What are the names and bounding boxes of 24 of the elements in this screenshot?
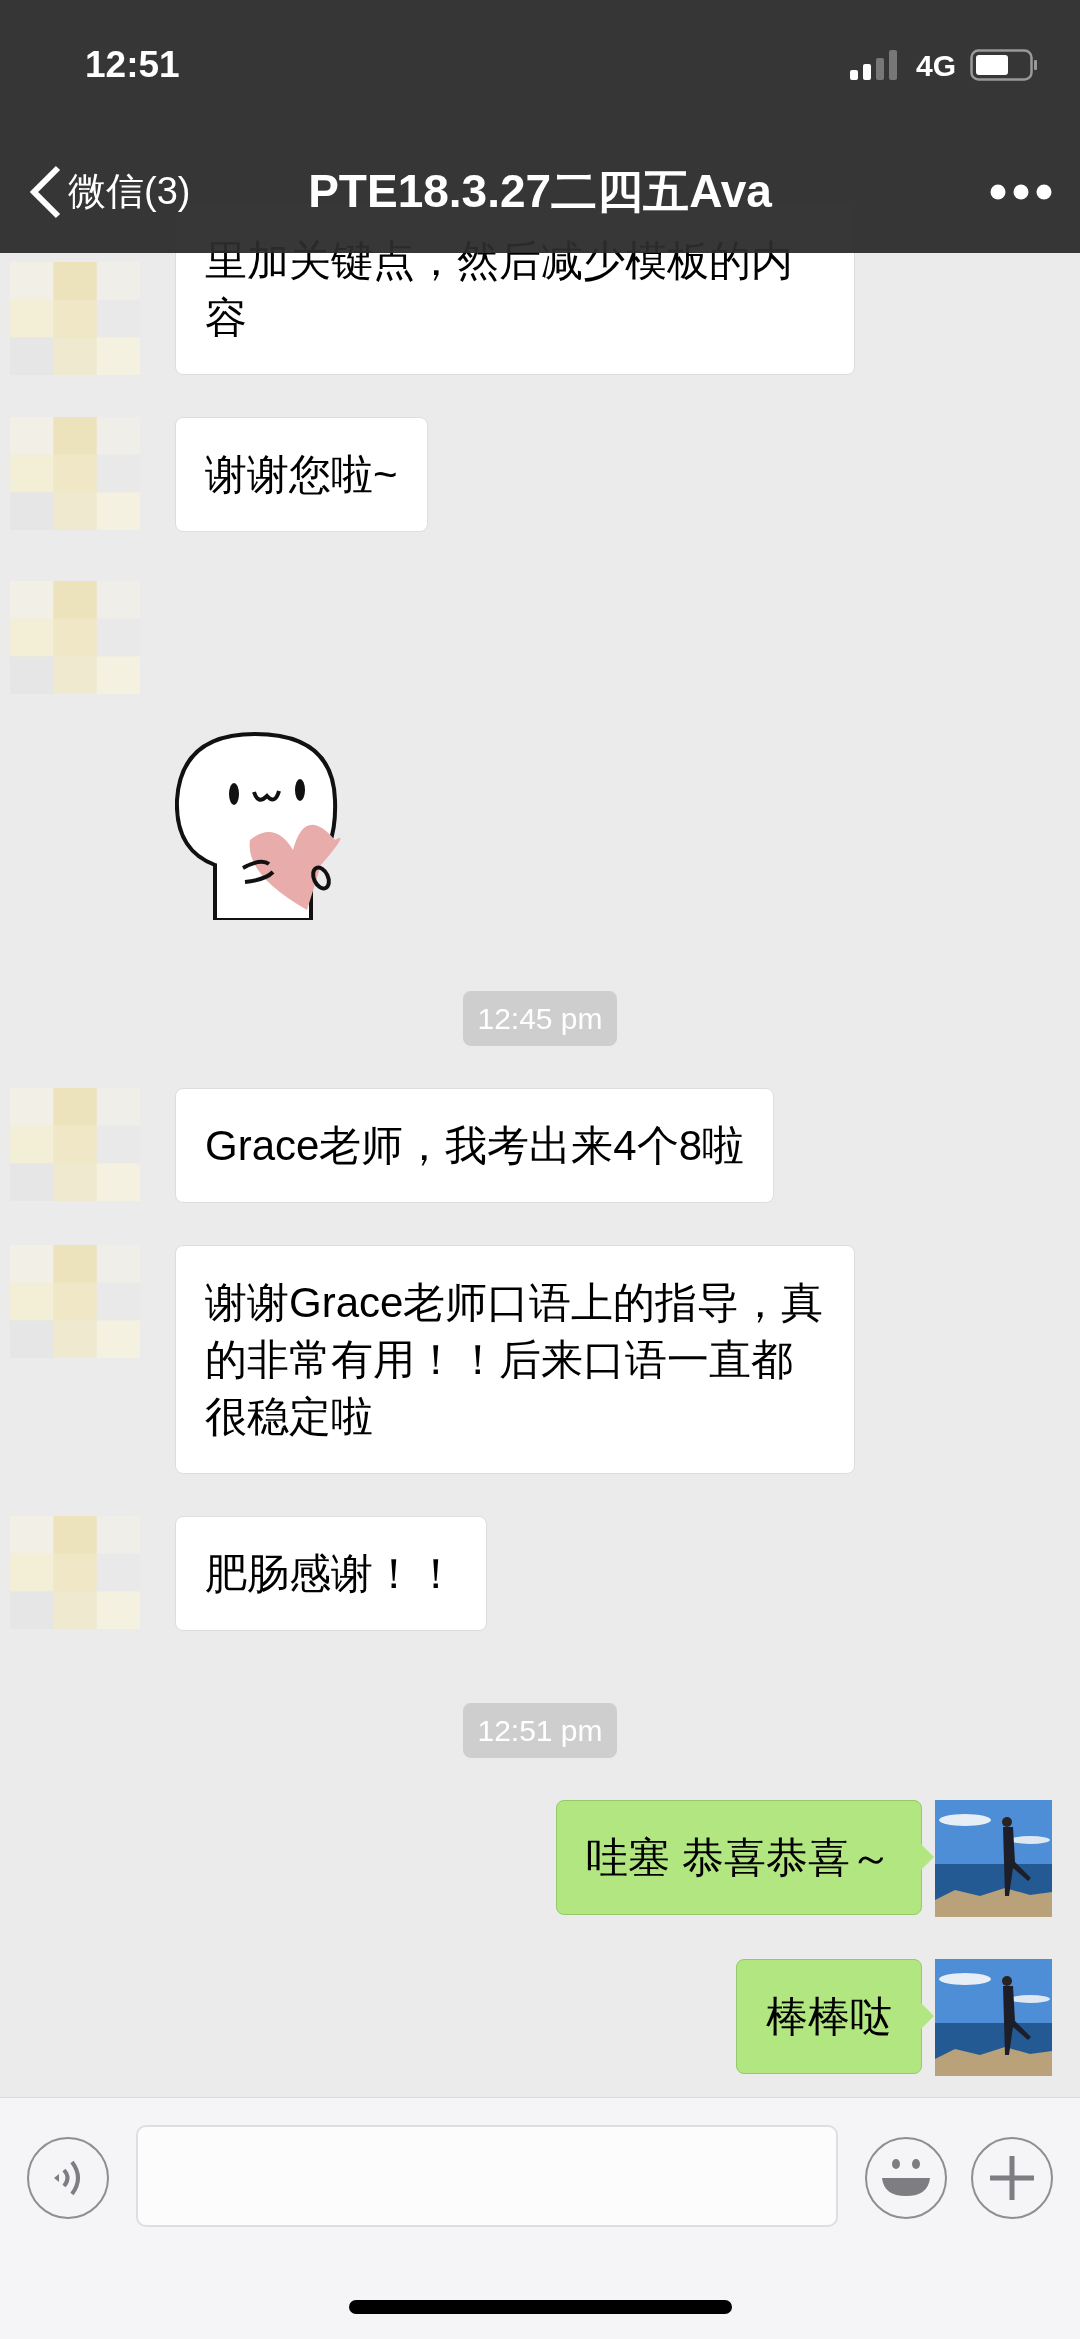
back-icon xyxy=(28,164,62,219)
avatar[interactable] xyxy=(10,581,140,694)
bubble-tail xyxy=(921,2003,935,2029)
bubble-tail xyxy=(921,1844,935,1870)
plus-icon xyxy=(988,2154,1036,2202)
avatar[interactable] xyxy=(10,1088,140,1201)
message-bubble: 棒棒哒 xyxy=(736,1959,922,2074)
avatar[interactable] xyxy=(10,262,140,375)
message-bubble: 谢谢Grace老师口语上的指导，真的非常有用！！后来口语一直都很稳定啦 xyxy=(175,1245,855,1474)
add-button[interactable] xyxy=(971,2137,1053,2219)
voice-button[interactable] xyxy=(27,2137,109,2219)
emoji-button[interactable] xyxy=(865,2137,947,2219)
battery-icon xyxy=(970,49,1038,81)
status-time: 12:51 xyxy=(85,43,180,88)
signal-icon xyxy=(849,50,900,80)
message-bubble: Grace老师，我考出来4个8啦 xyxy=(175,1088,775,1203)
avatar[interactable] xyxy=(10,417,140,530)
message-bubble: 哇塞 恭喜恭喜～ xyxy=(556,1800,922,1915)
message-input[interactable] xyxy=(136,2125,838,2227)
message-bubble: 谢谢您啦~ xyxy=(175,417,428,532)
message-bubble: 肥肠感谢！！ xyxy=(175,1516,487,1631)
avatar[interactable] xyxy=(10,1516,140,1629)
avatar[interactable] xyxy=(10,1245,140,1358)
network-label: 4G xyxy=(915,47,956,84)
